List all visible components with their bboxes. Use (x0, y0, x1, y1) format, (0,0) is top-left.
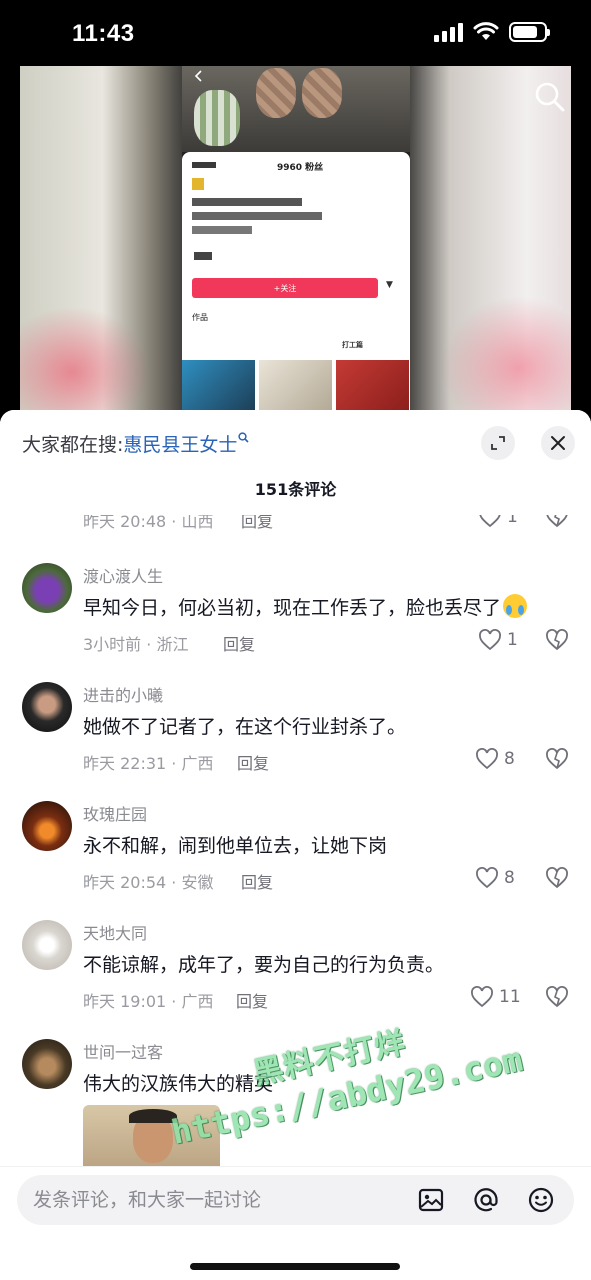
plant-image (194, 90, 240, 146)
follow-button: +关注 (192, 278, 378, 298)
comment-meta: 昨天 19:01 · 广西 (83, 992, 214, 1011)
video-screenshot: 9960 粉丝 +关注 ▼ 作品 打工篇 (182, 66, 410, 410)
cellular-signal-icon (434, 22, 463, 42)
hair-image (129, 1109, 177, 1123)
like-button[interactable]: 11 (470, 986, 521, 1008)
dislike-icon[interactable] (545, 748, 569, 770)
expand-button[interactable] (481, 426, 515, 460)
like-button[interactable]: 8 (475, 867, 515, 889)
avatar[interactable] (22, 920, 72, 970)
comment-sheet: 大家都在搜:惠民县王女士 151条评论 昨天 20:48 · 山西 回复 1 渡… (0, 410, 591, 1280)
comment-username[interactable]: 玫瑰庄园 (83, 801, 147, 825)
video-thumbnail (182, 360, 255, 410)
avatar[interactable] (22, 801, 72, 851)
reply-button[interactable]: 回复 (223, 631, 255, 655)
comment-input[interactable] (33, 1175, 403, 1225)
wifi-icon (473, 22, 499, 40)
trending-search-term[interactable]: 惠民县王女士 (123, 434, 237, 456)
heart-icon (476, 748, 498, 770)
reply-button[interactable]: 回复 (241, 869, 273, 893)
battery-icon (509, 22, 550, 42)
video-blur (441, 296, 571, 410)
video-blur (20, 306, 150, 410)
emoji-icon[interactable] (527, 1186, 555, 1214)
heart-icon (476, 867, 498, 889)
profile-card: 9960 粉丝 +关注 ▼ 作品 打工篇 (182, 152, 410, 410)
home-indicator (190, 1263, 400, 1270)
heart-icon (479, 629, 501, 651)
comment-input-box[interactable] (17, 1175, 574, 1225)
trending-search[interactable]: 大家都在搜:惠民县王女士 (22, 430, 249, 457)
reply-button[interactable]: 回复 (236, 988, 268, 1012)
like-count: 8 (504, 868, 515, 888)
trending-search-prefix: 大家都在搜: (22, 434, 124, 456)
comment-text-content: 早知今日，何必当初，现在工作丢了，脸也丢尽了 (83, 597, 502, 619)
video-thumbnail (259, 360, 332, 410)
profile-photo (182, 66, 410, 152)
dislike-icon[interactable] (545, 629, 569, 651)
comment-username[interactable]: 天地大同 (83, 920, 147, 944)
comment-input-bar (0, 1166, 591, 1280)
expand-icon (491, 436, 505, 450)
comment-meta: 昨天 20:54 · 安徽 (83, 873, 214, 892)
comment-username[interactable]: 渡心渡人生 (83, 563, 163, 587)
comment-count: 151条评论 (254, 480, 337, 499)
comment-text: 伟大的汉族伟大的精英 (83, 1073, 274, 1095)
comment-username[interactable]: 进击的小曦 (83, 682, 163, 706)
comment-text: 永不和解，闹到他单位去，让她下岗 (83, 835, 388, 857)
status-time: 11:43 (72, 20, 135, 47)
search-icon[interactable] (533, 80, 567, 114)
pixelated-face (302, 68, 342, 118)
dislike-icon[interactable] (545, 867, 569, 889)
close-button[interactable] (541, 426, 575, 460)
crying-emoji-icon (503, 594, 528, 618)
avatar[interactable] (22, 1039, 72, 1089)
comment-sheet-header: 大家都在搜:惠民县王女士 151条评论 (0, 410, 591, 515)
pixelated-text (192, 226, 252, 234)
like-count: 11 (499, 987, 521, 1007)
pixelated-emoji (192, 178, 204, 190)
dislike-icon[interactable] (545, 986, 569, 1008)
like-count: 8 (504, 749, 515, 769)
avatar[interactable] (22, 682, 72, 732)
video-player[interactable]: 9960 粉丝 +关注 ▼ 作品 打工篇 (20, 66, 571, 410)
close-icon (551, 436, 565, 450)
pixelated-text (194, 252, 212, 260)
comment-text: 她做不了记者了，在这个行业封杀了。 (83, 716, 407, 738)
like-button[interactable]: 8 (475, 748, 515, 770)
pixelated-text (192, 212, 322, 220)
avatar[interactable] (22, 563, 72, 613)
dropdown-arrow-icon: ▼ (386, 280, 393, 290)
search-icon (238, 432, 249, 443)
comment-image[interactable] (83, 1105, 220, 1175)
follower-stat: 9960 粉丝 (277, 163, 324, 173)
status-bar: 11:43 (0, 0, 591, 66)
works-label: 作品 (192, 313, 208, 322)
heart-icon (471, 986, 493, 1008)
status-icons (434, 22, 550, 42)
like-button[interactable]: 1 (478, 629, 518, 651)
video-thumbnail (336, 360, 409, 410)
back-icon (194, 70, 202, 82)
image-icon[interactable] (417, 1186, 445, 1214)
comment-meta: 昨天 22:31 · 广西 (83, 754, 214, 773)
comment-meta: 3小时前 · 浙江 (83, 635, 189, 654)
like-count: 1 (507, 630, 518, 650)
pixelated-text (192, 198, 302, 206)
comment-text: 早知今日，何必当初，现在工作丢了，脸也丢尽了 (83, 593, 528, 620)
tab-label: 打工篇 (342, 341, 363, 349)
comment-username[interactable]: 世间一过客 (83, 1039, 163, 1063)
reply-button[interactable]: 回复 (237, 750, 269, 774)
at-mention-icon[interactable] (472, 1186, 500, 1214)
pixelated-face (256, 68, 296, 118)
pixelated-text (192, 162, 216, 168)
comment-text: 不能谅解，成年了，要为自己的行为负责。 (83, 954, 445, 976)
